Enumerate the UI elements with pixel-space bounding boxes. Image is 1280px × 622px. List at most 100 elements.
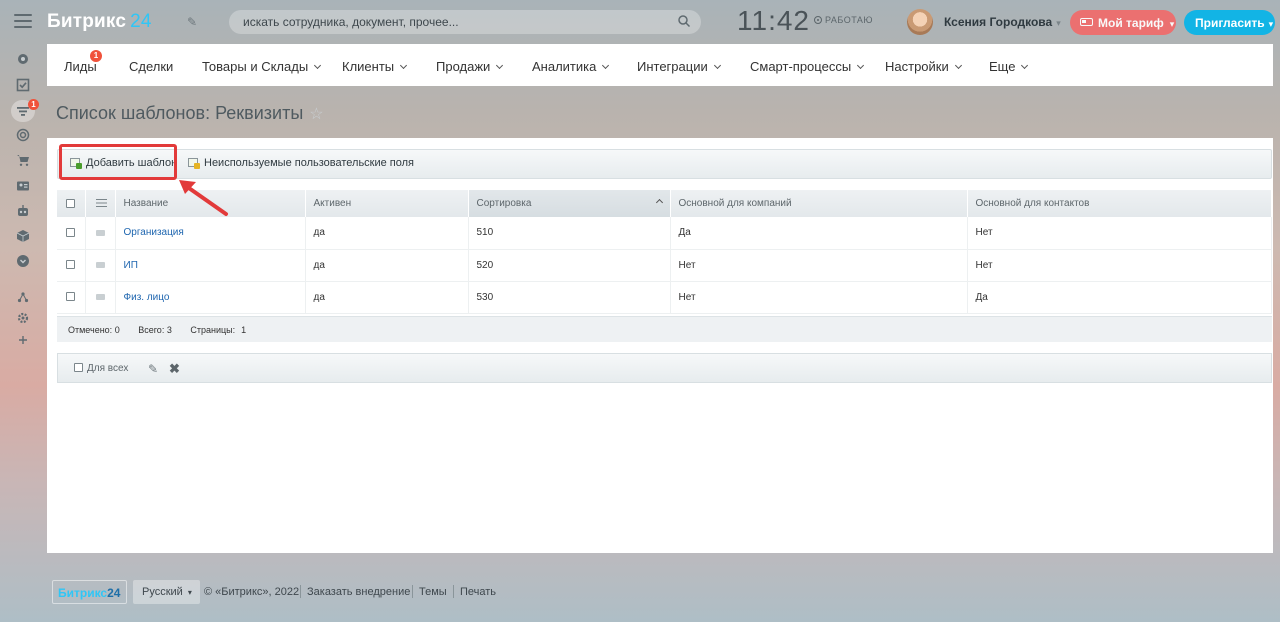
robot-icon[interactable] [16, 204, 30, 218]
work-status-button[interactable]: РАБОТАЮ [814, 15, 873, 25]
templates-table: Название Активен Сортировка Основной для… [57, 190, 1272, 314]
row-checkbox[interactable] [66, 228, 75, 238]
menu-item-label: Аналитика [532, 59, 597, 74]
menu-item-sales[interactable]: Продажи [436, 59, 504, 74]
cell-contact-default: Нет [967, 249, 1272, 282]
page-number[interactable]: 1 [241, 325, 246, 335]
search-icon[interactable] [677, 14, 691, 28]
column-settings-header [85, 190, 116, 217]
row-checkbox[interactable] [66, 260, 75, 270]
list-settings-icon[interactable] [95, 199, 107, 208]
for-all-label: Для всех [87, 363, 129, 374]
invite-button[interactable]: Пригласить ▾ [1184, 10, 1275, 35]
box-icon[interactable] [16, 229, 30, 243]
menu-item-more[interactable]: Еще [989, 59, 1029, 74]
menu-item-leads[interactable]: Лиды [64, 59, 97, 74]
group-actions-bar: Для всех ✎ ✖ [57, 353, 1272, 383]
user-name: Ксения Городкова [944, 15, 1053, 29]
left-sidebar: 1 [0, 44, 47, 384]
template-link[interactable]: ИП [124, 260, 138, 271]
menu-item-clients[interactable]: Клиенты [342, 59, 408, 74]
add-template-button[interactable]: Добавить шаблон [70, 157, 177, 169]
avatar[interactable] [907, 9, 933, 35]
unused-fields-label: Неиспользуемые пользовательские поля [204, 157, 415, 169]
for-all-checkbox[interactable] [74, 363, 83, 372]
for-all-toggle[interactable]: Для всех [74, 363, 128, 374]
chevron-down-icon [400, 61, 408, 70]
my-tariff-button[interactable]: Мой тариф ▾ [1070, 10, 1176, 35]
column-header-sort[interactable]: Сортировка [468, 190, 671, 217]
chevron-down-icon [1021, 61, 1029, 70]
footer-logo[interactable]: Битрикс24 [52, 580, 127, 604]
row-actions-icon[interactable] [95, 261, 105, 268]
chevron-down-icon [496, 61, 504, 70]
select-all-checkbox[interactable] [66, 198, 75, 208]
menu-item-label: Сделки [129, 59, 174, 74]
add-template-label: Добавить шаблон [86, 157, 178, 169]
top-bar: Битрикс 24 ✎ искать сотрудника, документ,… [0, 0, 1280, 44]
menu-item-label: Клиенты [342, 59, 395, 74]
cell-contact-default: Да [967, 281, 1272, 314]
row-actions-icon[interactable] [95, 293, 105, 300]
column-header-active[interactable]: Активен [305, 190, 469, 217]
menu-item-smart-processes[interactable]: Смарт-процессы [750, 59, 865, 74]
total-count: Всего: 3 [138, 325, 172, 335]
row-menu-cell [85, 249, 116, 282]
chevron-down-icon: ▾ [1169, 19, 1175, 29]
row-actions-icon[interactable] [95, 229, 105, 236]
menu-item-label: Продажи [436, 59, 491, 74]
cell-active: да [305, 281, 469, 314]
gear-icon[interactable] [16, 311, 30, 325]
cell-sort: 510 [468, 217, 671, 250]
cart-icon[interactable] [16, 153, 30, 167]
table-header-row: Название Активен Сортировка Основной для… [57, 190, 1272, 217]
themes-link[interactable]: Темы [412, 585, 447, 598]
menu-burger-icon[interactable] [14, 14, 32, 28]
edit-pencil-icon[interactable]: ✎ [148, 362, 158, 376]
menu-item-analytics[interactable]: Аналитика [532, 59, 610, 74]
column-header-sort-label: Сортировка [476, 198, 532, 209]
contact-card-icon[interactable] [16, 179, 30, 193]
menu-item-label: Еще [989, 59, 1016, 74]
cell-active: да [305, 217, 469, 250]
table-footer: Отмечено: 0 Всего: 3 Страницы: 1 [57, 316, 1272, 342]
delete-icon[interactable]: ✖ [169, 361, 180, 377]
tasks-icon[interactable] [16, 78, 30, 92]
edit-pencil-icon[interactable]: ✎ [187, 15, 197, 29]
invite-label: Пригласить [1195, 16, 1265, 30]
target-icon[interactable] [16, 128, 30, 142]
template-link[interactable]: Физ. лицо [124, 292, 170, 303]
column-header-name[interactable]: Название [115, 190, 306, 217]
order-implementation-link[interactable]: Заказать внедрение [299, 585, 410, 598]
cell-company-default: Да [670, 217, 968, 250]
search-input[interactable]: искать сотрудника, документ, прочее... [229, 10, 701, 34]
menu-item-settings[interactable]: Настройки [885, 59, 962, 74]
chevron-circle-icon[interactable] [16, 254, 30, 268]
column-header-contact-default[interactable]: Основной для контактов [967, 190, 1272, 217]
template-link[interactable]: Организация [124, 227, 184, 238]
language-select[interactable]: Русский ▾ [133, 580, 200, 604]
menu-item-products[interactable]: Товары и Склады [202, 59, 322, 74]
app-logo[interactable]: Битрикс 24 [47, 11, 152, 33]
chevron-down-icon: ▾ [1056, 18, 1061, 28]
menu-item-integrations[interactable]: Интеграции [637, 59, 721, 74]
column-header-company-default[interactable]: Основной для компаний [670, 190, 968, 217]
dashboard-icon[interactable] [16, 52, 30, 66]
chevron-down-icon: ▾ [1268, 19, 1274, 29]
user-menu[interactable]: Ксения Городкова ▾ [944, 15, 1061, 29]
clock: 11:42 [737, 5, 810, 36]
add-template-icon [70, 158, 82, 169]
work-status-icon [814, 16, 822, 24]
unused-fields-button[interactable]: Неиспользуемые пользовательские поля [188, 157, 414, 169]
sitemap-icon[interactable] [16, 290, 30, 304]
menu-item-deals[interactable]: Сделки [129, 59, 173, 74]
row-checkbox[interactable] [66, 292, 75, 302]
chevron-down-icon [314, 61, 322, 70]
main-menu: Лиды 1 Сделки Товары и Склады Клиенты Пр… [47, 44, 1273, 86]
star-icon[interactable]: ☆ [309, 104, 323, 124]
plus-icon[interactable] [16, 333, 30, 347]
print-link[interactable]: Печать [452, 585, 496, 598]
logo-number: 24 [130, 11, 152, 32]
leads-counter-badge: 1 [90, 50, 102, 62]
copyright-text: © «Битрикс», 2022 [204, 586, 300, 598]
